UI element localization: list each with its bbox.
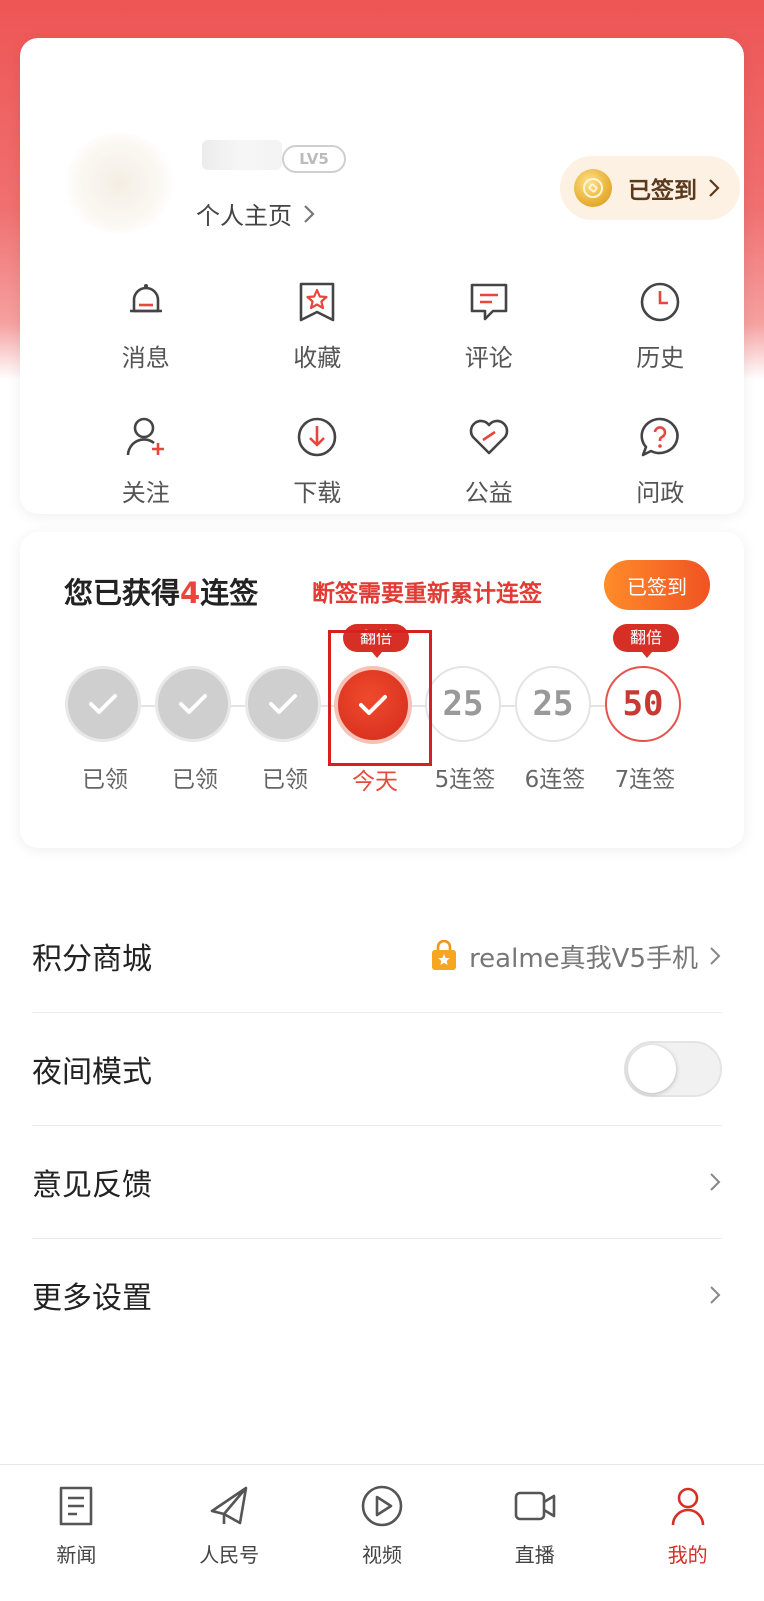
profile-card: LV5 个人主页 已签到 消息 收藏 评论 历史 关注 下载 公益 问政 [20, 38, 744, 514]
level-badge: LV5 [282, 145, 346, 173]
checkin-day-2: 已领 [155, 666, 235, 794]
clock-icon [640, 282, 680, 322]
setting-title: 积分商城 [32, 942, 152, 977]
bell-icon [129, 284, 162, 313]
tab-label: 直播 [514, 1543, 555, 1567]
points-circle: 25 [515, 666, 591, 742]
chevron-right-icon [710, 1173, 721, 1191]
points-value: 50 [622, 684, 664, 724]
chevron-right-icon [710, 947, 721, 965]
night-mode-toggle[interactable] [624, 1041, 722, 1097]
homepage-link[interactable]: 个人主页 [196, 196, 316, 231]
checkin-day-label: 6连签 [524, 767, 586, 793]
streak-count: 4 [180, 576, 201, 610]
checkin-day-1: 已领 [65, 666, 145, 794]
news-icon [60, 1486, 93, 1526]
setting-title: 更多设置 [32, 1281, 152, 1316]
quick-link-label: 消息 [121, 344, 170, 372]
checkin-day-label: 已领 [262, 767, 308, 793]
shopping-bag-icon [432, 940, 457, 970]
user-plus-icon [126, 417, 164, 456]
feedback-row[interactable]: 意见反馈 [32, 1126, 722, 1239]
tab-news[interactable]: 新闻 [0, 1465, 153, 1601]
checkin-day-label: 已领 [82, 767, 128, 793]
checkin-day-6: 25 6连签 [515, 666, 595, 794]
checkin-day-label: 5连签 [434, 767, 496, 793]
chevron-right-icon [304, 204, 315, 223]
play-icon [361, 1485, 403, 1527]
quick-link-follow[interactable]: 关注 [60, 413, 232, 508]
points-circle: 50 [605, 666, 681, 742]
double-reward-tag: 翻倍 [613, 624, 679, 658]
settings-list: 积分商城 realme真我V5手机 夜间模式 意见反馈 更多设置 [32, 900, 722, 1351]
tab-live[interactable]: 直播 [458, 1465, 611, 1601]
setting-title: 意见反馈 [32, 1168, 152, 1203]
quick-link-comments[interactable]: 评论 [403, 278, 575, 373]
points-value: 25 [532, 684, 574, 724]
quick-link-messages[interactable]: 消息 [60, 278, 232, 373]
setting-title: 夜间模式 [32, 1055, 152, 1090]
quick-link-label: 历史 [636, 344, 685, 372]
quick-link-label: 公益 [464, 479, 513, 507]
tab-label: 视频 [361, 1543, 402, 1567]
more-settings-row[interactable]: 更多设置 [32, 1239, 722, 1351]
quick-link-history[interactable]: 历史 [575, 278, 747, 373]
quick-link-label: 问政 [636, 479, 685, 507]
check-icon [155, 666, 231, 742]
bottom-tab-bar: 新闻 人民号 视频 直播 我的 [0, 1464, 764, 1601]
avatar[interactable] [64, 133, 174, 233]
points-value: 25 [442, 684, 484, 724]
tab-people-account[interactable]: 人民号 [153, 1465, 306, 1601]
mall-promo-text: realme真我V5手机 [469, 943, 698, 974]
checkin-note: 断签需要重新累计连签 [312, 581, 542, 607]
checkin-button[interactable]: 已签到 [604, 560, 710, 610]
chevron-right-icon [709, 179, 720, 197]
camera-icon [514, 1491, 556, 1521]
profile-icon [671, 1487, 704, 1526]
sign-in-status-button[interactable]: 已签到 [560, 156, 740, 220]
tab-video[interactable]: 视频 [306, 1465, 459, 1601]
today-highlight-box [328, 630, 432, 766]
points-mall-row[interactable]: 积分商城 realme真我V5手机 [32, 900, 722, 1013]
tab-label: 我的 [667, 1543, 708, 1567]
bookmark-star-icon [299, 282, 335, 322]
username-blurred [202, 140, 282, 170]
question-bubble-icon [640, 417, 679, 457]
checkin-day-7: 翻倍 50 7连签 [605, 624, 685, 794]
homepage-link-label: 个人主页 [196, 202, 292, 230]
check-icon [65, 666, 141, 742]
quick-link-label: 关注 [121, 479, 170, 507]
quick-link-favorites[interactable]: 收藏 [232, 278, 404, 373]
points-circle: 25 [425, 666, 501, 742]
quick-link-label: 评论 [464, 344, 513, 372]
comment-icon [470, 283, 508, 321]
toggle-knob [628, 1045, 676, 1093]
checkin-title: 您已获得4连签 [64, 576, 259, 610]
send-icon [210, 1486, 248, 1525]
charity-heart-icon [469, 419, 508, 455]
quick-links-grid: 消息 收藏 评论 历史 关注 下载 公益 问政 [60, 278, 746, 508]
coin-icon [574, 169, 612, 207]
tab-me[interactable]: 我的 [611, 1465, 764, 1601]
check-icon [245, 666, 321, 742]
download-icon [297, 417, 337, 457]
tab-label: 新闻 [56, 1543, 97, 1567]
quick-link-charity[interactable]: 公益 [403, 413, 575, 508]
tab-label: 人民号 [199, 1543, 260, 1567]
checkin-day-label: 7连签 [614, 767, 676, 793]
quick-link-download[interactable]: 下载 [232, 413, 404, 508]
night-mode-row: 夜间模式 [32, 1013, 722, 1126]
checkin-day-3: 已领 [245, 666, 325, 794]
quick-link-inquiry[interactable]: 问政 [575, 413, 747, 508]
checkin-day-label: 今天 [352, 769, 398, 795]
chevron-right-icon [710, 1286, 721, 1304]
checkin-day-label: 已领 [172, 767, 218, 793]
checkin-day-5: 25 5连签 [425, 666, 505, 794]
quick-link-label: 收藏 [293, 344, 342, 372]
sign-in-status-label: 已签到 [628, 178, 697, 204]
quick-link-label: 下载 [293, 479, 342, 507]
